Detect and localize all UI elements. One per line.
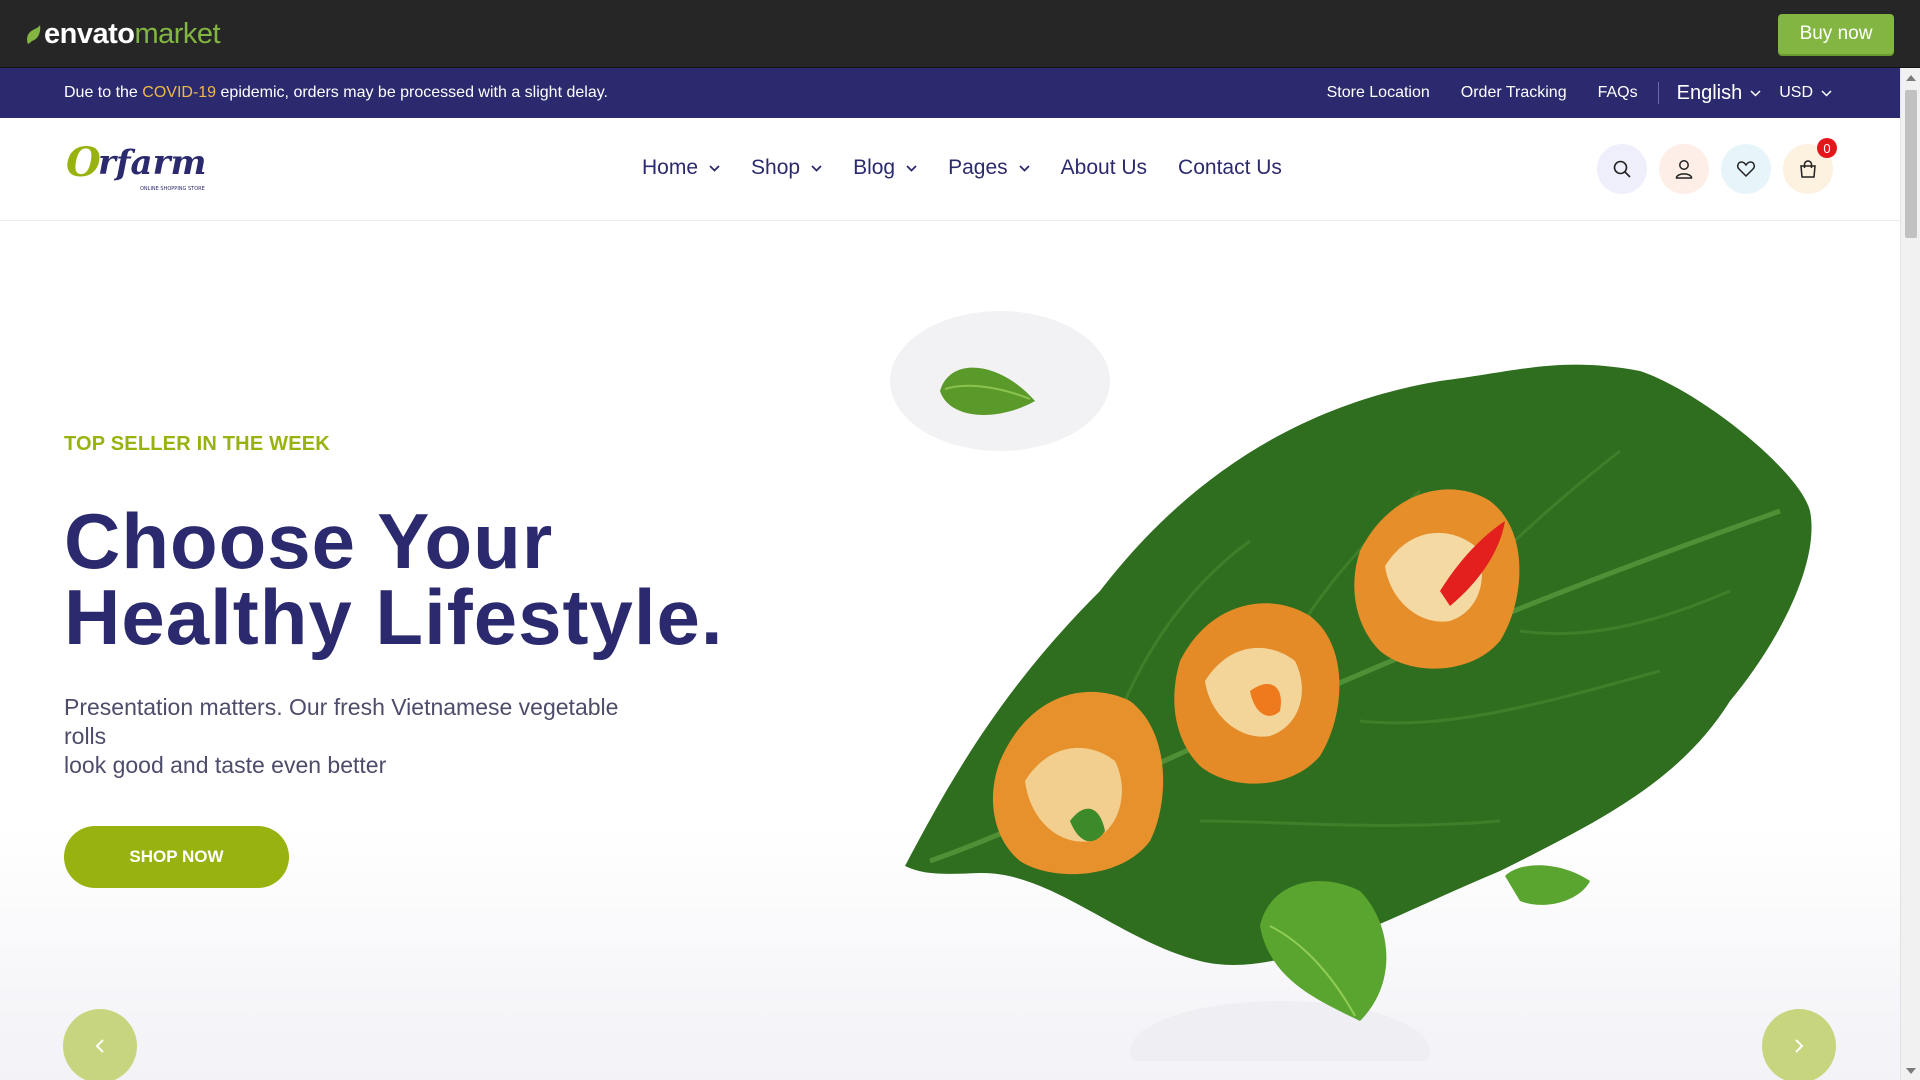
hero-subtext-line2: look good and taste even better [64, 752, 387, 778]
hero-food-image [890, 311, 1812, 1061]
chevron-down-icon [906, 164, 917, 172]
heart-icon [1737, 161, 1755, 178]
nav-home[interactable]: Home [642, 156, 720, 180]
main-nav: Home Shop Blog Pages About Us Contact Us [642, 156, 1313, 180]
nav-blog[interactable]: Blog [853, 156, 917, 180]
orfarm-logo[interactable]: O rfarm ONLINE SHOPPING STORE [64, 138, 220, 198]
notice-bar: Due to the COVID-19 epidemic, orders may… [0, 68, 1900, 118]
cart-count-badge: 0 [1817, 138, 1837, 158]
scroll-up-arrow-icon[interactable] [1906, 75, 1916, 81]
hero-headline-line2: Healthy Lifestyle. [64, 573, 724, 661]
scroll-down-arrow-icon[interactable] [1906, 1068, 1916, 1074]
scrollbar-thumb[interactable] [1905, 90, 1917, 238]
nav-shop[interactable]: Shop [751, 156, 822, 180]
notice-message: Due to the COVID-19 epidemic, orders may… [64, 84, 608, 102]
wishlist-button[interactable] [1721, 144, 1771, 194]
cart-icon [1800, 160, 1816, 178]
svg-text:O: O [66, 139, 101, 186]
svg-text:ONLINE SHOPPING STORE: ONLINE SHOPPING STORE [140, 186, 205, 192]
faqs-link[interactable]: FAQs [1598, 84, 1638, 102]
svg-text:rfarm: rfarm [98, 143, 206, 183]
envato-logo[interactable]: envato market [25, 18, 221, 51]
nav-about[interactable]: About Us [1061, 156, 1147, 180]
hero-eyebrow: TOP SELLER IN THE WEEK [64, 433, 330, 455]
nav-contact[interactable]: Contact Us [1178, 156, 1282, 180]
order-tracking-link[interactable]: Order Tracking [1461, 84, 1567, 102]
page-scrollbar[interactable] [1900, 68, 1920, 1080]
hero-headline-line1: Choose Your [64, 497, 554, 585]
nav-pages-label: Pages [948, 156, 1008, 179]
chevron-down-icon [811, 164, 822, 172]
nav-home-label: Home [642, 156, 699, 179]
user-icon [1675, 160, 1693, 179]
store-location-link[interactable]: Store Location [1327, 84, 1430, 102]
chevron-right-icon [1795, 1039, 1804, 1053]
site-header: O rfarm ONLINE SHOPPING STORE Home Shop … [0, 118, 1900, 221]
envato-brand-text: envato [44, 18, 135, 50]
top-links-divider [1657, 82, 1659, 104]
header-icons: 0 [1597, 138, 1845, 194]
nav-shop-label: Shop [751, 156, 801, 179]
currency-dropdown[interactable]: USD [1779, 84, 1832, 102]
chevron-down-icon [1821, 89, 1832, 97]
envato-market-text: market [134, 18, 221, 50]
nav-about-label: About Us [1060, 156, 1148, 179]
nav-contact-label: Contact Us [1178, 156, 1282, 179]
envato-leaf-icon [27, 24, 41, 44]
cart-button[interactable]: 0 [1783, 138, 1837, 194]
nav-pages[interactable]: Pages [948, 156, 1030, 180]
chevron-down-icon [1019, 164, 1030, 172]
top-links: Store Location Order Tracking FAQs Engli… [1296, 68, 1832, 118]
hero-headline: Choose Your Healthy Lifestyle. [64, 497, 724, 661]
hero-section: TOP SELLER IN THE WEEK Choose Your Healt… [0, 221, 1900, 1080]
notice-text-before: Due to the [64, 84, 143, 101]
shop-now-button[interactable]: SHOP NOW [64, 826, 289, 888]
language-dropdown[interactable]: English [1677, 82, 1762, 105]
nav-blog-label: Blog [853, 156, 896, 179]
chevron-down-icon [709, 164, 720, 172]
notice-highlight: COVID-19 [142, 84, 217, 101]
slider-prev-button[interactable] [63, 1009, 137, 1080]
language-label: English [1676, 81, 1743, 104]
hero-subtext: Presentation matters. Our fresh Vietname… [64, 693, 664, 780]
notice-text-after: epidemic, orders may be processed with a… [216, 84, 608, 101]
chevron-down-icon [1750, 89, 1761, 97]
envato-bar: envato market Buy now [0, 0, 1920, 68]
account-button[interactable] [1659, 144, 1709, 194]
search-button[interactable] [1597, 144, 1647, 194]
currency-label: USD [1779, 84, 1813, 101]
buy-now-button[interactable]: Buy now [1778, 14, 1894, 54]
slider-next-button[interactable] [1762, 1009, 1836, 1080]
hero-subtext-line1: Presentation matters. Our fresh Vietname… [64, 694, 619, 749]
chevron-left-icon [95, 1039, 104, 1053]
search-icon [1613, 160, 1631, 178]
